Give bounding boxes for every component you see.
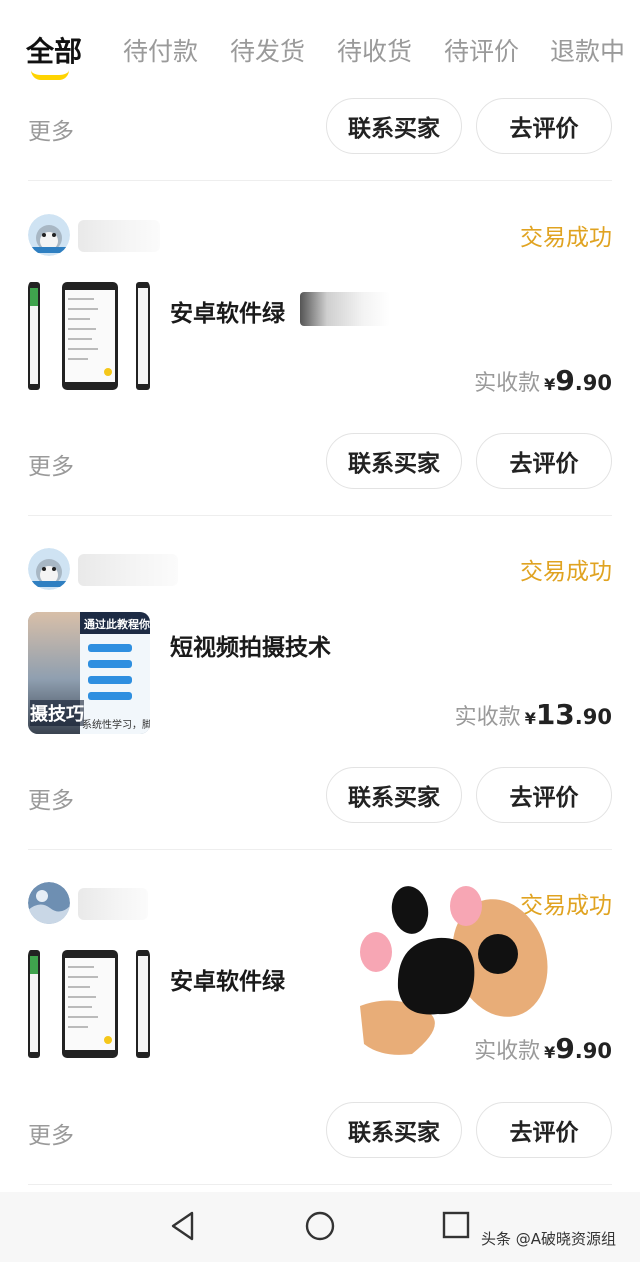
tab-all[interactable]: 全部: [26, 30, 82, 70]
thumb-caption-top: 通过此教程你: [84, 618, 150, 631]
order-tabs: 全部 待付款 待发货 待收货 待评价 退款中: [0, 0, 640, 100]
order-status: 交易成功: [520, 559, 612, 585]
thumb-caption-big: 摄技巧: [30, 700, 84, 726]
received-amount: 实收款 ¥9.90: [474, 364, 612, 397]
active-tab-indicator: [31, 70, 69, 80]
divider: [28, 180, 612, 181]
tab-pending-receipt[interactable]: 待收货: [337, 32, 412, 68]
price-integer: 13: [535, 698, 575, 731]
more-link[interactable]: 更多: [28, 1116, 74, 1150]
price-label: 实收款: [454, 705, 521, 730]
divider: [28, 1184, 612, 1185]
product-thumbnail[interactable]: [28, 946, 150, 1068]
more-link[interactable]: 更多: [28, 112, 74, 146]
order-actions: 更多 联系买家 去评价: [0, 98, 640, 158]
order-actions: 更多 联系买家 去评价: [0, 767, 640, 827]
buyer-avatar: [28, 214, 70, 256]
divider: [28, 515, 612, 516]
back-icon[interactable]: [168, 1210, 198, 1246]
blurred-buyer-name: [78, 554, 178, 586]
received-amount: 实收款 ¥13.90: [455, 698, 612, 731]
more-link[interactable]: 更多: [28, 781, 74, 815]
product-thumbnail[interactable]: 通过此教程你 摄技巧 系统性学习，脚: [28, 612, 150, 734]
order-card[interactable]: 交易成功 通过此教程你 摄技巧 系统性学习，脚 短视频拍摄技术 实收款 ¥13.9…: [0, 548, 640, 883]
currency-symbol: ¥: [544, 375, 556, 394]
price-decimal: .90: [574, 371, 612, 395]
order-status: 交易成功: [520, 225, 612, 251]
price-label: 实收款: [474, 371, 541, 396]
contact-buyer-button[interactable]: 联系买家: [326, 1102, 462, 1158]
blurred-buyer-name: [78, 888, 148, 920]
currency-symbol: ¥: [524, 709, 536, 728]
price-decimal: .90: [574, 705, 612, 729]
contact-buyer-button[interactable]: 联系买家: [326, 98, 462, 154]
review-button[interactable]: 去评价: [476, 98, 612, 154]
review-button[interactable]: 去评价: [476, 767, 612, 823]
product-title[interactable]: 短视频拍摄技术: [170, 628, 331, 662]
contact-buyer-button[interactable]: 联系买家: [326, 767, 462, 823]
order-actions: 更多 联系买家 去评价: [0, 1102, 640, 1162]
buyer-avatar: [28, 548, 70, 590]
buyer-avatar: [28, 882, 70, 924]
home-icon[interactable]: [304, 1210, 336, 1246]
divider: [28, 849, 612, 850]
product-title[interactable]: 安卓软件绿: [170, 294, 285, 328]
tab-pending-payment[interactable]: 待付款: [123, 32, 198, 68]
blurred-title-tail: [300, 292, 390, 326]
blurred-buyer-name: [78, 220, 160, 252]
order-card[interactable]: 交易成功 安卓软件绿 实收款 ¥9.90: [0, 214, 640, 549]
review-button[interactable]: 去评价: [476, 1102, 612, 1158]
review-button[interactable]: 去评价: [476, 433, 612, 489]
product-thumbnail[interactable]: [28, 278, 150, 400]
order-actions: 更多 联系买家 去评价: [0, 433, 640, 493]
system-nav-bar: 头条 @A破晓资源组: [0, 1192, 640, 1262]
tab-refunding[interactable]: 退款中: [550, 32, 625, 68]
more-link[interactable]: 更多: [28, 447, 74, 481]
tab-pending-review[interactable]: 待评价: [444, 32, 519, 68]
paw-sticker: [352, 876, 552, 1062]
watermark-text: 头条 @A破晓资源组: [481, 1230, 617, 1248]
price-decimal: .90: [574, 1039, 612, 1063]
price-integer: 9: [555, 1032, 575, 1065]
thumb-caption-bottom: 系统性学习，脚: [82, 720, 150, 731]
contact-buyer-button[interactable]: 联系买家: [326, 433, 462, 489]
recent-apps-icon[interactable]: [441, 1210, 471, 1244]
product-title[interactable]: 安卓软件绿: [170, 962, 285, 996]
tab-pending-shipment[interactable]: 待发货: [230, 32, 305, 68]
price-integer: 9: [555, 364, 575, 397]
